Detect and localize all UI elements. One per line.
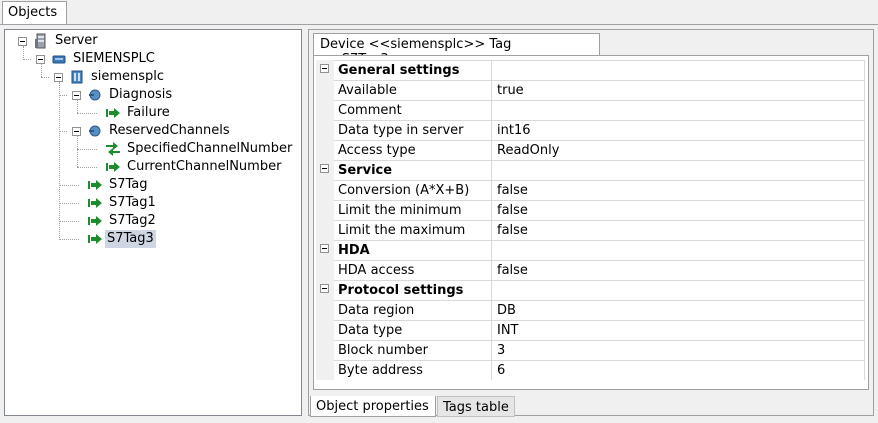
property-name: HDA access bbox=[334, 260, 492, 280]
property-name: Comment bbox=[334, 100, 492, 120]
collapse-icon[interactable] bbox=[72, 127, 81, 136]
tree-node-label: S7Tag2 bbox=[109, 213, 156, 228]
property-row[interactable]: Byte address 6 bbox=[316, 360, 867, 380]
property-value[interactable]: false bbox=[492, 180, 865, 200]
tag-arrow-icon bbox=[88, 180, 102, 190]
tab-objects-label: Objects bbox=[8, 5, 58, 20]
collapse-icon[interactable] bbox=[320, 64, 329, 73]
property-value[interactable]: false bbox=[492, 220, 865, 240]
tab-objects[interactable]: Objects bbox=[2, 1, 67, 25]
property-row[interactable]: Data region DB bbox=[316, 300, 867, 320]
property-value[interactable] bbox=[492, 100, 865, 120]
collapse-icon[interactable] bbox=[54, 73, 63, 82]
tag-arrow-icon bbox=[88, 234, 102, 244]
property-name: Block number bbox=[334, 340, 492, 360]
tab-device-tag[interactable]: Device <<siemensplc>> Tag <<S7Tag3>> bbox=[313, 33, 600, 67]
tree-node-label-selected: S7Tag3 bbox=[105, 230, 156, 248]
tree-node-label: S7Tag1 bbox=[109, 195, 156, 210]
tag-arrow-icon bbox=[106, 162, 120, 172]
property-name: Data type in server bbox=[334, 120, 492, 140]
property-value bbox=[492, 240, 865, 260]
property-row[interactable]: Limit the minimum false bbox=[316, 200, 867, 220]
tree-node-label: siemensplc bbox=[91, 69, 165, 84]
property-row[interactable]: Limit the maximum false bbox=[316, 220, 867, 240]
property-name: Protocol settings bbox=[334, 280, 492, 300]
collapse-icon[interactable] bbox=[320, 164, 329, 173]
tree-node-label: Server bbox=[55, 33, 98, 48]
network-driver-icon bbox=[52, 55, 66, 64]
property-row[interactable]: Data type in server int16 bbox=[316, 120, 867, 140]
property-row[interactable]: HDA access false bbox=[316, 260, 867, 280]
category-service[interactable]: Service bbox=[316, 160, 867, 180]
property-name: Limit the minimum bbox=[334, 200, 492, 220]
collapse-icon[interactable] bbox=[320, 284, 329, 293]
tree-node-label: SIEMENSPLC bbox=[73, 51, 155, 66]
object-tree-panel: Server SIEMENSPLC siemensplc Diagnosis F… bbox=[4, 29, 302, 416]
property-name: Conversion (A*X+B) bbox=[334, 180, 492, 200]
tag-arrow-icon bbox=[88, 198, 102, 208]
property-name: Service bbox=[334, 160, 492, 180]
tree-node-label: SpecifiedChannelNumber bbox=[127, 141, 293, 156]
collapse-icon[interactable] bbox=[36, 55, 45, 64]
property-name: Access type bbox=[334, 140, 492, 160]
category-hda[interactable]: HDA bbox=[316, 240, 867, 260]
tree-node-label: S7Tag bbox=[109, 177, 148, 192]
property-value[interactable]: false bbox=[492, 200, 865, 220]
property-row[interactable]: Block number 3 bbox=[316, 340, 867, 360]
property-value bbox=[492, 160, 865, 180]
property-row[interactable]: Access type ReadOnly bbox=[316, 140, 867, 160]
collapse-icon[interactable] bbox=[18, 37, 27, 46]
property-value[interactable]: INT bbox=[492, 320, 865, 340]
tag-group-icon bbox=[89, 89, 101, 101]
server-icon bbox=[35, 33, 46, 49]
property-name: Data type bbox=[334, 320, 492, 340]
property-value[interactable]: 6 bbox=[492, 360, 865, 380]
tab-tags-table-label: Tags table bbox=[443, 400, 509, 415]
property-value[interactable]: DB bbox=[492, 300, 865, 320]
collapse-icon[interactable] bbox=[72, 91, 81, 100]
property-row[interactable]: Data type INT bbox=[316, 320, 867, 340]
property-value[interactable]: int16 bbox=[492, 120, 865, 140]
tab-tags-table[interactable]: Tags table bbox=[437, 396, 515, 417]
property-value bbox=[492, 60, 865, 80]
tag-group-icon bbox=[89, 125, 101, 137]
tree-node-label: CurrentChannelNumber bbox=[127, 159, 282, 174]
tab-object-properties[interactable]: Object properties bbox=[310, 396, 436, 417]
tree-node-label: Diagnosis bbox=[109, 87, 173, 102]
property-name: Data region bbox=[334, 300, 492, 320]
property-value[interactable]: false bbox=[492, 260, 865, 280]
property-value[interactable]: ReadOnly bbox=[492, 140, 865, 160]
tag-arrow-icon bbox=[88, 216, 102, 226]
property-name: General settings bbox=[334, 60, 492, 80]
collapse-icon[interactable] bbox=[320, 244, 329, 253]
tag-readwrite-icon bbox=[106, 142, 120, 156]
property-value bbox=[492, 280, 865, 300]
property-row[interactable]: Available true bbox=[316, 80, 867, 100]
category-protocol-settings[interactable]: Protocol settings bbox=[316, 280, 867, 300]
property-name: Limit the maximum bbox=[334, 220, 492, 240]
tree-node-label: ReservedChannels bbox=[109, 123, 230, 138]
tab-object-properties-label: Object properties bbox=[316, 399, 429, 414]
property-value[interactable]: 3 bbox=[492, 340, 865, 360]
plc-device-icon bbox=[71, 70, 83, 84]
property-name: Byte address bbox=[334, 360, 492, 380]
property-row[interactable]: Comment bbox=[316, 100, 867, 120]
property-name: HDA bbox=[334, 240, 492, 260]
tag-arrow-icon bbox=[106, 108, 120, 118]
property-name: Available bbox=[334, 80, 492, 100]
category-general-settings[interactable]: General settings bbox=[316, 60, 867, 80]
property-value[interactable]: true bbox=[492, 80, 865, 100]
property-row[interactable]: Conversion (A*X+B) false bbox=[316, 180, 867, 200]
tree-node-label: Failure bbox=[127, 105, 170, 120]
